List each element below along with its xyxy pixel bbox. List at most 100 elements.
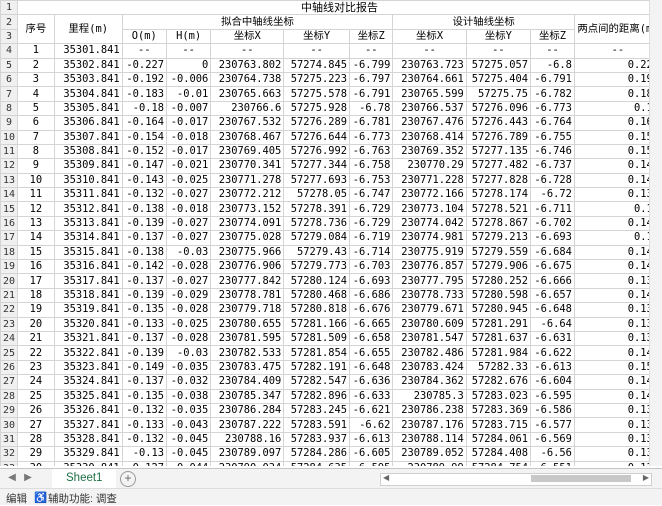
cell-mileage[interactable]: 35306.841: [53, 115, 123, 131]
cell-design-z[interactable]: -6.569: [530, 431, 575, 448]
cell-seq[interactable]: 7: [17, 129, 55, 145]
cell-design-y[interactable]: 57277.135: [465, 143, 532, 160]
row-number[interactable]: 23: [0, 316, 19, 332]
cell-h[interactable]: 0: [165, 57, 212, 73]
cell-fit-y[interactable]: 57277.344: [283, 158, 351, 174]
row-number[interactable]: 5: [0, 57, 19, 73]
cell-seq[interactable]: 22: [17, 345, 55, 361]
row-number[interactable]: 11: [0, 143, 19, 160]
cell-design-y[interactable]: 57282.33: [465, 359, 532, 376]
cell-h[interactable]: -0.025: [165, 172, 212, 189]
cell-design-x[interactable]: 230788.114: [392, 431, 467, 448]
cell-h[interactable]: -0.027: [165, 230, 212, 246]
cell-fit-y[interactable]: 57279.773: [283, 259, 351, 275]
header-seq[interactable]: 序号: [17, 14, 55, 45]
cell-design-x[interactable]: 230769.352: [392, 143, 467, 160]
cell-fit-y[interactable]: 57283.591: [283, 417, 351, 433]
row-number[interactable]: 6: [0, 71, 19, 88]
cell-design-y[interactable]: 57279.559: [465, 244, 532, 261]
cell-o[interactable]: --: [121, 43, 167, 59]
cell-fit-z[interactable]: -6.658: [349, 330, 394, 347]
cell-mileage[interactable]: 35316.841: [53, 259, 123, 275]
cell-mileage[interactable]: 35311.841: [53, 187, 123, 203]
cell-h[interactable]: -0.007: [165, 100, 212, 117]
cell-mileage[interactable]: 35321.841: [53, 330, 123, 347]
cell-fit-x[interactable]: 230776.906: [210, 259, 285, 275]
cell-design-x[interactable]: 230771.228: [392, 172, 467, 189]
cell-o[interactable]: -0.192: [121, 71, 167, 88]
cell-fit-x[interactable]: 230783.475: [210, 359, 285, 376]
cell-o[interactable]: -0.149: [121, 359, 167, 376]
cell-fit-x[interactable]: 230782.533: [210, 345, 285, 361]
cell-h[interactable]: -0.028: [165, 330, 212, 347]
row-number[interactable]: 4: [0, 43, 19, 59]
cell-fit-y[interactable]: 57281.509: [283, 330, 351, 347]
cell-fit-x[interactable]: --: [210, 43, 285, 59]
cell-fit-z[interactable]: -6.773: [349, 129, 394, 145]
cell-h[interactable]: -0.025: [165, 316, 212, 332]
cell-o[interactable]: -0.143: [121, 172, 167, 189]
cell-h[interactable]: -0.018: [165, 129, 212, 145]
cell-h[interactable]: -0.027: [165, 215, 212, 232]
cell-design-x[interactable]: 230775.919: [392, 244, 467, 261]
cell-design-z[interactable]: -6.577: [530, 417, 575, 433]
cell-design-z[interactable]: -6.631: [530, 330, 575, 347]
cell-design-x[interactable]: 230774.042: [392, 215, 467, 232]
row-number[interactable]: 3: [0, 28, 19, 45]
cell-o[interactable]: -0.133: [121, 316, 167, 332]
cell-design-y[interactable]: 57281.984: [465, 345, 532, 361]
cell-mileage[interactable]: 35302.841: [53, 57, 123, 73]
row-number[interactable]: 27: [0, 374, 19, 390]
cell-design-x[interactable]: 230772.166: [392, 187, 467, 203]
cell-design-y[interactable]: 57280.598: [465, 287, 532, 304]
cell-fit-y[interactable]: 57278.05: [283, 187, 351, 203]
cell-o[interactable]: -0.139: [121, 287, 167, 304]
cell-design-z[interactable]: -6.8: [530, 57, 575, 73]
cell-fit-x[interactable]: 230778.781: [210, 287, 285, 304]
cell-h[interactable]: -0.035: [165, 359, 212, 376]
cell-fit-z[interactable]: -6.676: [349, 302, 394, 318]
cell-design-x[interactable]: 230773.104: [392, 201, 467, 217]
cell-o[interactable]: -0.132: [121, 431, 167, 448]
cell-h[interactable]: --: [165, 43, 212, 59]
cell-design-z[interactable]: -6.702: [530, 215, 575, 232]
cell-design-x[interactable]: 230779.671: [392, 302, 467, 318]
cell-fit-y[interactable]: 57284.286: [283, 446, 351, 462]
cell-fit-y[interactable]: 57282.547: [283, 374, 351, 390]
cell-design-z[interactable]: -6.56: [530, 446, 575, 462]
cell-fit-x[interactable]: 230771.278: [210, 172, 285, 189]
cell-o[interactable]: -0.152: [121, 143, 167, 160]
cell-design-x[interactable]: 230768.414: [392, 129, 467, 145]
cell-fit-y[interactable]: 57281.166: [283, 316, 351, 332]
cell-fit-x[interactable]: 230770.341: [210, 158, 285, 174]
cell-seq[interactable]: 1: [17, 43, 55, 59]
cell-design-x[interactable]: 230787.176: [392, 417, 467, 433]
cell-design-z[interactable]: -6.693: [530, 230, 575, 246]
cell-h[interactable]: -0.017: [165, 115, 212, 131]
cell-fit-y[interactable]: 57280.818: [283, 302, 351, 318]
cell-design-z[interactable]: -6.613: [530, 359, 575, 376]
cell-fit-z[interactable]: -6.781: [349, 115, 394, 131]
cell-design-y[interactable]: 57276.443: [465, 115, 532, 131]
row-number[interactable]: 15: [0, 201, 19, 217]
cell-fit-y[interactable]: 57276.644: [283, 129, 351, 145]
cell-fit-z[interactable]: -6.78: [349, 100, 394, 117]
row-number[interactable]: 12: [0, 158, 19, 174]
cell-design-x[interactable]: 230763.723: [392, 57, 467, 73]
cell-seq[interactable]: 9: [17, 158, 55, 174]
cell-seq[interactable]: 16: [17, 259, 55, 275]
cell-fit-x[interactable]: 230788.16: [210, 431, 285, 448]
cell-o[interactable]: -0.137: [121, 273, 167, 289]
cell-fit-y[interactable]: 57276.289: [283, 115, 351, 131]
header-design-z[interactable]: 坐标Z: [530, 28, 575, 45]
cell-h[interactable]: -0.045: [165, 431, 212, 448]
row-number[interactable]: 32: [0, 446, 19, 462]
cell-fit-x[interactable]: 230767.532: [210, 115, 285, 131]
cell-fit-x[interactable]: 230766.6: [210, 100, 285, 117]
scroll-right-icon[interactable]: ▶: [643, 473, 649, 482]
cell-fit-x[interactable]: 230784.409: [210, 374, 285, 390]
cell-seq[interactable]: 19: [17, 302, 55, 318]
cell-fit-y[interactable]: 57276.992: [283, 143, 351, 160]
row-number[interactable]: 30: [0, 417, 19, 433]
header-o[interactable]: O(m): [121, 28, 167, 45]
